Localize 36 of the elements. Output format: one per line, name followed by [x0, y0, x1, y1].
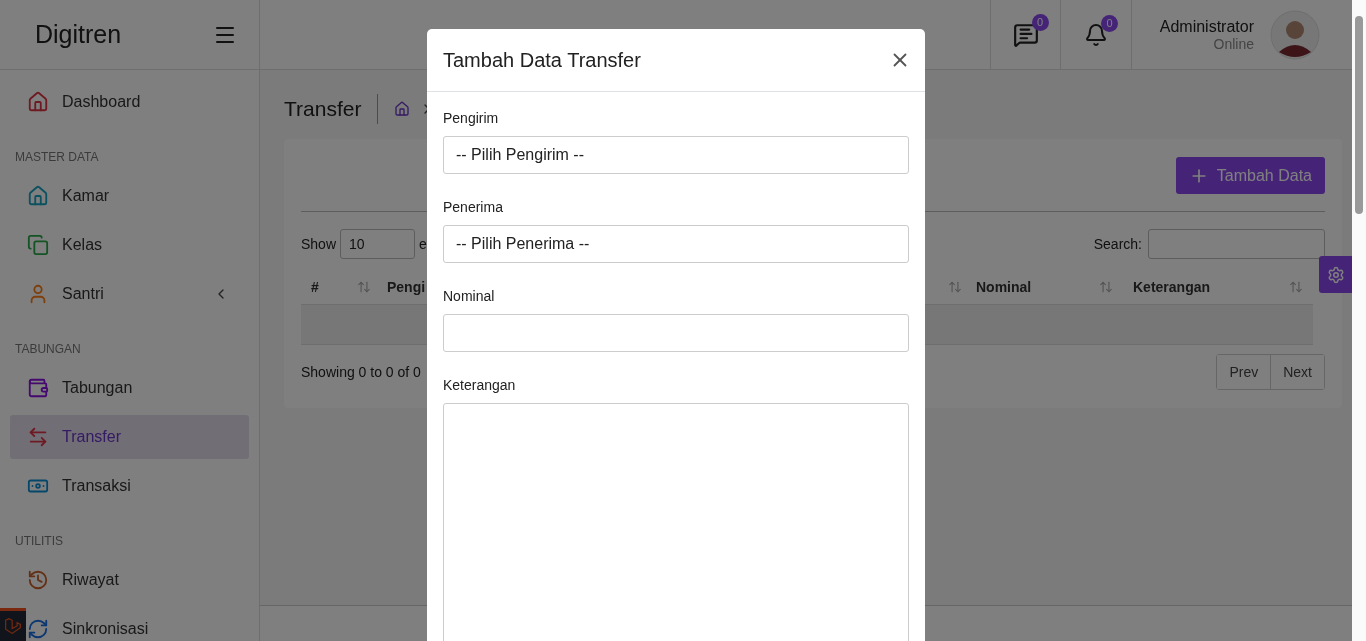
sidebar-item[interactable]: Kelas — [10, 223, 249, 267]
dialog-title: Tambah Data Transfer — [443, 48, 641, 72]
sidebar-item[interactable]: Dashboard — [10, 80, 249, 124]
show-label: Show — [301, 236, 337, 252]
field-label: Nominal — [443, 288, 496, 304]
field-label: Pengirim — [443, 110, 500, 126]
entries-field[interactable]: 10 — [340, 229, 416, 259]
sidebar-item[interactable]: Transfer — [10, 415, 249, 459]
field-label: Keterangan — [443, 377, 517, 393]
select-field[interactable]: -- Pilih Pengirim -- — [443, 136, 909, 174]
user-name: Administrator — [1159, 17, 1254, 36]
section-heading: MASTER DATA — [14, 149, 100, 166]
sidebar-item[interactable]: Riwayat — [10, 558, 249, 602]
section-heading: TABUNGAN — [14, 341, 82, 358]
sidebar-item[interactable]: Kamar — [10, 174, 249, 218]
sidebar-item[interactable]: Santri — [10, 272, 249, 316]
sidebar-item[interactable]: Tabungan — [10, 366, 249, 410]
page-title: Transfer — [284, 94, 379, 124]
sidebar-item[interactable]: Transaksi — [10, 464, 249, 508]
column-header[interactable]: # — [301, 279, 381, 295]
column-header[interactable]: Pengi — [381, 279, 425, 295]
add-button[interactable]: Tambah Data — [1175, 157, 1325, 194]
user-status: Online — [1213, 35, 1254, 52]
column-header[interactable]: Nominal — [966, 279, 1123, 295]
count-badge: 0 — [1031, 13, 1049, 31]
brand-name: Digitren — [35, 20, 122, 49]
table-info: Showing 0 to 0 of 0 — [301, 364, 421, 380]
search-label: Search: — [1093, 236, 1142, 252]
entries-label: e — [419, 236, 427, 252]
sidebar-item[interactable]: Sinkronisasi — [10, 607, 249, 641]
section-heading: UTILITIS — [14, 533, 64, 550]
field-label: Penerima — [443, 199, 504, 215]
page-button[interactable]: Next — [1270, 355, 1324, 389]
column-header[interactable]: Keterangan — [1123, 279, 1313, 295]
select-field[interactable]: -- Pilih Penerima -- — [443, 225, 909, 263]
count-badge: 0 — [1101, 14, 1118, 32]
